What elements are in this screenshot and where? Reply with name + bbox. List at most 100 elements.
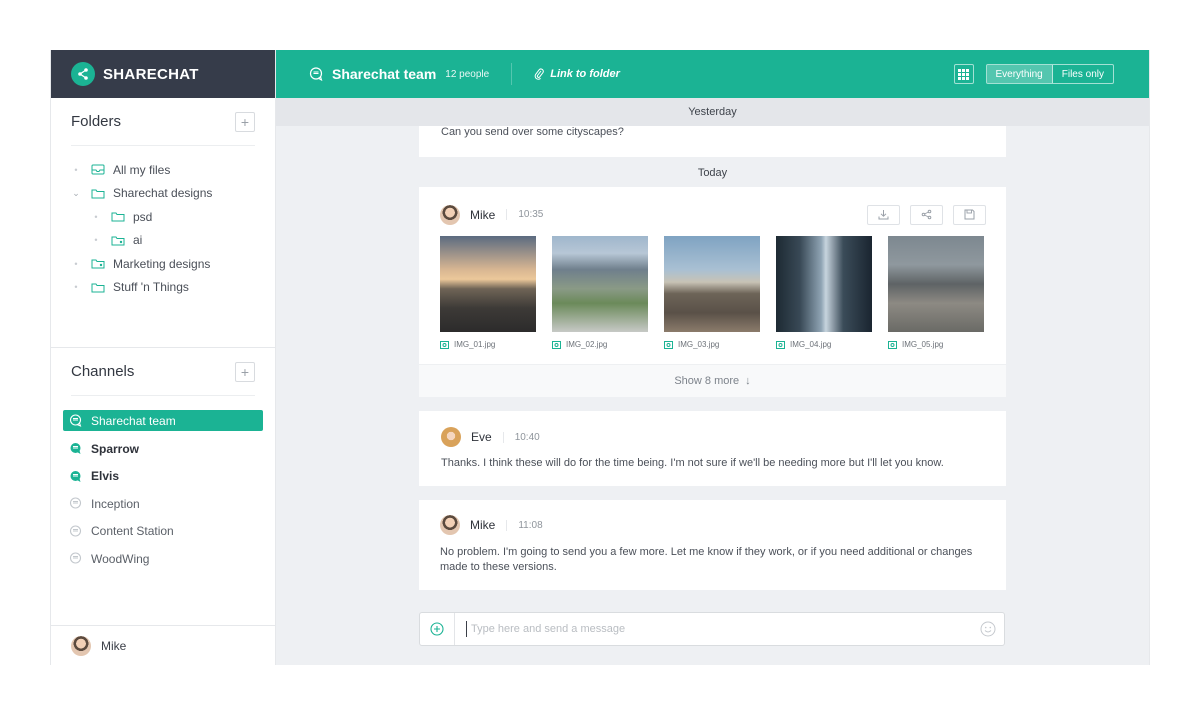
cityscape-image[interactable] (888, 236, 984, 332)
message-text: Thanks. I think these will do for the ti… (441, 457, 944, 469)
cityscape-image[interactable] (664, 236, 760, 332)
message-time: 10:40 (502, 431, 540, 443)
file-thumbnail[interactable]: IMG_05.jpg (888, 236, 984, 349)
day-separator-today: Today (697, 167, 728, 179)
cityscape-image[interactable] (440, 236, 536, 332)
message-author[interactable]: Eve (471, 430, 492, 444)
channel-label: WoodWing (91, 551, 150, 566)
file-thumbnail[interactable]: IMG_01.jpg (440, 236, 536, 349)
channel-item-sparrow[interactable]: Sparrow (63, 435, 263, 463)
message-author[interactable]: Mike (470, 208, 495, 222)
shared-folder-icon (111, 236, 125, 246)
cityscape-image[interactable] (776, 236, 872, 332)
file-name-label: IMG_04.jpg (790, 340, 832, 349)
folder-label: psd (133, 209, 153, 224)
share-button[interactable] (910, 204, 943, 225)
files-message: Mike 10:35 IMG_01.jpg IMG_02.jpg IMG_03.… (419, 187, 1006, 397)
chat-bubble-icon (69, 414, 82, 427)
file-thumbnail[interactable]: IMG_04.jpg (776, 236, 872, 349)
message-time: 11:08 (506, 519, 543, 531)
file-name-label: IMG_02.jpg (566, 340, 608, 349)
folder-item-sharechat-designs[interactable]: ⌄ Sharechat designs (71, 182, 255, 206)
grid-view-button[interactable] (953, 64, 974, 84)
filter-files-only-button[interactable]: Files only (1053, 65, 1113, 83)
channel-item-content-station[interactable]: Content Station (63, 518, 263, 546)
message-text: Can you send over some cityscapes? (441, 126, 624, 138)
channels-title: Channels (71, 363, 135, 380)
chat-bubble-icon (69, 525, 82, 537)
file-thumbnail[interactable]: IMG_03.jpg (664, 236, 760, 349)
chat-bubble-icon (309, 67, 323, 81)
channels-section: Channels + Sharechat team Sparrow Elvis (51, 348, 275, 573)
add-folder-button[interactable]: + (235, 111, 255, 132)
chat-bubble-icon (69, 497, 82, 509)
channels-header: Channels + (71, 348, 255, 396)
message-text: No problem. I'm going to send you a few … (440, 546, 973, 573)
plus-circle-icon (430, 622, 444, 636)
folder-item-stuff-n-things[interactable]: • Stuff 'n Things (71, 276, 255, 300)
shared-folder-icon (91, 259, 105, 269)
day-separator-yesterday: Yesterday (276, 98, 1149, 126)
folder-item-psd[interactable]: • psd (71, 205, 255, 229)
image-file-icon (888, 340, 897, 349)
folder-label: ai (133, 233, 143, 248)
filter-everything-button[interactable]: Everything (986, 65, 1053, 83)
folders-section: Folders + • All my files ⌄ Sharechat des… (51, 98, 275, 348)
folder-item-all-my-files[interactable]: • All my files (71, 158, 255, 182)
channel-label: Elvis (91, 469, 120, 484)
message-header: Eve 10:40 (441, 427, 984, 447)
emoji-icon[interactable] (980, 621, 996, 637)
folder-item-ai[interactable]: • ai (71, 229, 255, 253)
download-button[interactable] (867, 204, 900, 225)
filter-toggle: Everything Files only (985, 64, 1114, 84)
sharechat-logo-icon (71, 62, 95, 86)
file-name: IMG_02.jpg (552, 340, 648, 349)
chat-header: Sharechat team 12 people Link to folder … (276, 50, 1149, 98)
chevron-down-icon[interactable]: ⌄ (71, 188, 81, 199)
folder-icon (111, 212, 125, 222)
save-button[interactable] (953, 204, 986, 225)
app-window: SHARECHAT Folders + • All my files ⌄ Sha… (50, 50, 1150, 665)
file-name: IMG_04.jpg (776, 340, 872, 349)
message-time: 10:35 (506, 209, 543, 220)
image-file-icon (440, 340, 449, 349)
folders-header: Folders + (71, 98, 255, 146)
file-name: IMG_05.jpg (888, 340, 984, 349)
arrow-down-icon: ↓ (745, 375, 751, 387)
bullet-icon: • (94, 211, 98, 222)
channel-item-elvis[interactable]: Elvis (63, 463, 263, 491)
image-file-icon (776, 340, 785, 349)
add-attachment-button[interactable] (420, 613, 455, 645)
channel-item-woodwing[interactable]: WoodWing (63, 545, 263, 573)
folder-tree: • All my files ⌄ Sharechat designs • psd (71, 146, 255, 299)
message-input[interactable] (466, 621, 980, 637)
chat-bubble-filled-icon (70, 443, 81, 455)
paperclip-icon (534, 68, 544, 80)
brand-bar: SHARECHAT (51, 50, 275, 98)
channel-label: Sparrow (91, 441, 140, 456)
channel-item-sharechat-team[interactable]: Sharechat team (63, 410, 263, 431)
add-channel-button[interactable]: + (235, 361, 255, 382)
cityscape-image[interactable] (552, 236, 648, 332)
file-name: IMG_01.jpg (440, 340, 536, 349)
folder-item-marketing-designs[interactable]: • Marketing designs (71, 252, 255, 276)
save-icon (964, 209, 975, 220)
bullet-icon: • (94, 235, 98, 246)
file-thumbnail[interactable]: IMG_02.jpg (552, 236, 648, 349)
brand-name: SHARECHAT (103, 65, 199, 83)
chat-main: Sharechat team 12 people Link to folder … (276, 50, 1149, 665)
link-to-folder-link[interactable]: Link to folder (534, 68, 620, 80)
avatar (440, 204, 460, 225)
message-composer (419, 612, 1005, 646)
file-name-label: IMG_05.jpg (902, 340, 944, 349)
people-count[interactable]: 12 people (445, 69, 489, 80)
folder-label: Sharechat designs (113, 186, 213, 201)
current-user[interactable]: Mike (51, 625, 275, 665)
channel-item-inception[interactable]: Inception (63, 490, 263, 518)
avatar (441, 427, 461, 447)
previous-message: Can you send over some cityscapes? (419, 126, 1006, 157)
message-author[interactable]: Mike (470, 518, 495, 532)
folders-title: Folders (71, 113, 122, 130)
folder-icon (91, 189, 105, 199)
show-more-button[interactable]: Show 8 more ↓ (419, 364, 1006, 397)
